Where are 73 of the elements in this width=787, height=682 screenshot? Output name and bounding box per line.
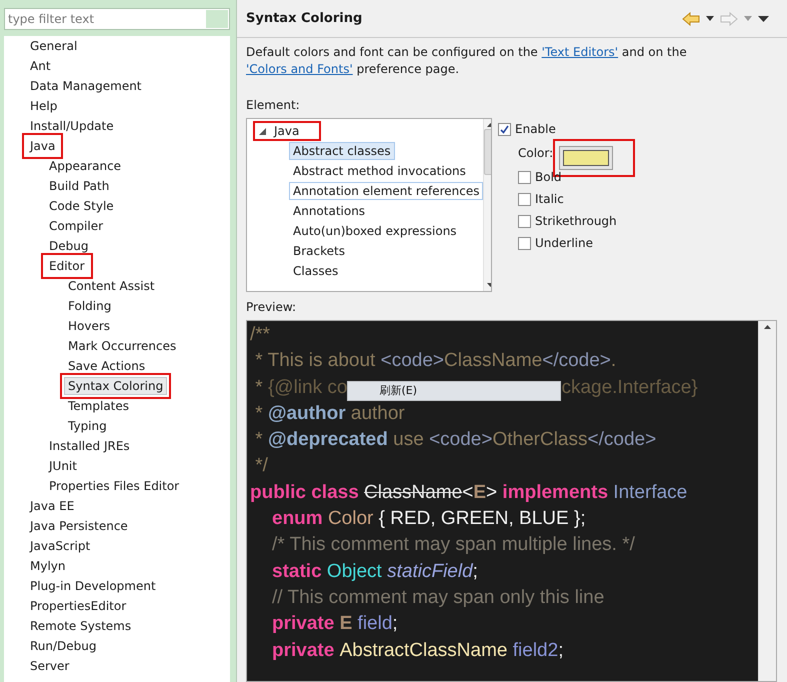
context-menu-item[interactable]: 刷新(E): [347, 380, 562, 401]
back-arrow-icon[interactable]: [682, 12, 700, 26]
filter-box[interactable]: type filter text: [4, 8, 230, 30]
code-line: private AbstractClassName field2;: [271, 638, 564, 663]
expand-triangle-icon[interactable]: [259, 128, 266, 134]
code-line: public class ClassName<E> implements Interface: [250, 480, 688, 505]
menu-caret-icon[interactable]: [758, 16, 769, 22]
code-text: ckage.Interface}: [561, 376, 698, 400]
check-mark-icon: [500, 124, 509, 134]
style-checkbox[interactable]: Bold: [498, 166, 636, 188]
style-checkbox[interactable]: Underline: [498, 232, 636, 254]
element-item[interactable]: Annotations: [289, 202, 370, 220]
caret-icon[interactable]: [706, 16, 714, 21]
code-line: /**: [250, 323, 272, 347]
tree-item[interactable]: Appearance: [45, 157, 126, 175]
tree-item[interactable]: Save Actions: [64, 357, 150, 375]
style-checkbox[interactable]: Strikethrough: [498, 210, 636, 232]
preference-link[interactable]: 'Colors and Fonts': [246, 62, 353, 76]
tree-item[interactable]: Templates: [64, 397, 134, 415]
scrollbar[interactable]: [758, 321, 776, 681]
tree-item[interactable]: Install/Update: [26, 117, 118, 135]
description-text: Default colors and font can be configured on the 'Text Editors' and on the 'Colors and Fonts' preference page.: [246, 44, 688, 78]
tree-item[interactable]: JUnit: [45, 457, 81, 475]
tree-item[interactable]: Compiler: [45, 217, 108, 235]
code-line: * This is about <code>ClassName</code>.: [254, 349, 618, 374]
tree-item[interactable]: PropertiesEditor: [26, 597, 130, 615]
tree-item[interactable]: Ant: [26, 57, 55, 75]
tree-item[interactable]: Java: [255, 123, 320, 139]
tree-item[interactable]: Remote Systems: [26, 617, 136, 635]
code-line: * @author author: [254, 402, 406, 426]
element-label: Element:: [246, 98, 301, 112]
scroll-up-icon[interactable]: [764, 325, 771, 329]
tree-item[interactable]: Content Assist: [64, 277, 159, 295]
tree-item[interactable]: Server: [26, 657, 74, 675]
tree-item[interactable]: Debug: [45, 237, 92, 255]
code-line: */: [254, 454, 269, 478]
tree-item[interactable]: Mylyn: [26, 557, 70, 575]
tree-item[interactable]: Installed JREs: [45, 437, 134, 455]
tree-item[interactable]: Code Style: [45, 197, 118, 215]
tree-item[interactable]: Build Path: [45, 177, 114, 195]
tree-item[interactable]: Data Management: [26, 77, 146, 95]
tree-item[interactable]: Plug-in Development: [26, 577, 160, 595]
tree-item[interactable]: Hovers: [64, 317, 114, 335]
tree-item[interactable]: Java Persistence: [26, 517, 132, 535]
preference-link[interactable]: 'Text Editors': [542, 45, 618, 59]
preview-label: Preview:: [246, 300, 298, 314]
tree-item[interactable]: Typing: [64, 417, 111, 435]
element-item[interactable]: Abstract classes: [289, 142, 395, 160]
enable-checkbox[interactable]: Enable: [498, 118, 636, 140]
code-line: * @deprecated use <code>OtherClass</code>: [254, 428, 658, 452]
filter-field[interactable]: type filter text: [5, 9, 205, 29]
code-line: // This comment may span only this line: [271, 586, 606, 610]
code-text: * {@link co: [254, 376, 348, 400]
element-item[interactable]: Annotation element references: [289, 182, 484, 200]
tree-item[interactable]: JavaScript: [26, 537, 94, 555]
tree-item[interactable]: Folding: [64, 297, 116, 315]
element-item[interactable]: Abstract method invocations: [289, 162, 470, 180]
code-line: static Object staticField;: [271, 560, 479, 584]
tree-item[interactable]: Mark Occurrences: [64, 337, 180, 355]
tree-item[interactable]: Run/Debug: [26, 637, 101, 655]
style-checkbox[interactable]: Italic: [498, 188, 636, 210]
tree-item[interactable]: Properties Files Editor: [45, 477, 184, 495]
tree-item[interactable]: Java EE: [26, 497, 78, 515]
color-label: Color:: [518, 146, 554, 160]
code-line: private E field;: [271, 612, 399, 636]
element-item[interactable]: Classes: [289, 262, 342, 280]
code-line: /* This comment may span multiple lines. */: [271, 533, 636, 558]
element-item[interactable]: Auto(un)boxed expressions: [289, 222, 461, 240]
code-line: enum Color { RED, GREEN, BLUE };: [271, 507, 587, 532]
tree-item[interactable]: General: [26, 37, 82, 55]
tree-item[interactable]: Help: [26, 97, 62, 115]
element-item[interactable]: Brackets: [289, 242, 349, 260]
page-title: Syntax Coloring: [246, 11, 362, 26]
